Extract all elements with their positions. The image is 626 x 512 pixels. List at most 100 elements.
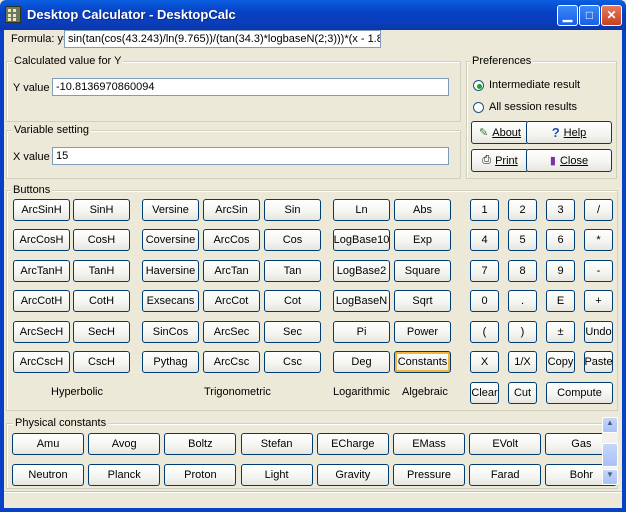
arccosh-button[interactable]: ArcCosH	[13, 229, 70, 251]
constant-emass-button[interactable]: EMass	[393, 433, 465, 455]
constant-avog-button[interactable]: Avog	[88, 433, 161, 455]
minimize-button[interactable]: ▁	[557, 5, 578, 26]
cosh-button[interactable]: CosH	[73, 229, 130, 251]
sech-button[interactable]: SecH	[73, 321, 130, 343]
arcsinh-button[interactable]: ArcSinH	[13, 199, 70, 221]
coversine-button[interactable]: Coversine	[142, 229, 199, 251]
cut-button[interactable]: Cut	[508, 382, 537, 404]
arccoth-button[interactable]: ArcCotH	[13, 290, 70, 312]
constant-pressure-button[interactable]: Pressure	[393, 464, 465, 486]
abs-button[interactable]: Abs	[394, 199, 451, 221]
constant-boltz-button[interactable]: Boltz	[164, 433, 237, 455]
constant-stefan-button[interactable]: Stefan	[240, 433, 313, 455]
constant-light-button[interactable]: Light	[240, 464, 313, 486]
minus-button[interactable]: -	[584, 260, 613, 282]
key-1-button[interactable]: 1	[470, 199, 499, 221]
deg-button[interactable]: Deg	[333, 351, 390, 373]
cot-button[interactable]: Cot	[264, 290, 321, 312]
plus-minus-button[interactable]: ±	[546, 321, 575, 343]
scroll-down-button[interactable]: ▼	[602, 469, 618, 485]
arccos-button[interactable]: ArcCos	[203, 229, 260, 251]
tanh-button[interactable]: TanH	[73, 260, 130, 282]
key-2-button[interactable]: 2	[508, 199, 537, 221]
arctanh-button[interactable]: ArcTanH	[13, 260, 70, 282]
constant-farad-button[interactable]: Farad	[469, 464, 542, 486]
pythag-button[interactable]: Pythag	[142, 351, 199, 373]
arccsc-button[interactable]: ArcCsc	[203, 351, 260, 373]
radio-all-session-results[interactable]: All session results	[471, 100, 611, 115]
constant-neutron-button[interactable]: Neutron	[12, 464, 84, 486]
key-3-button[interactable]: 3	[546, 199, 575, 221]
logbase10-button[interactable]: LogBase10	[333, 229, 390, 251]
tan-button[interactable]: Tan	[264, 260, 321, 282]
exsecans-button[interactable]: Exsecans	[142, 290, 199, 312]
sincos-button[interactable]: SinCos	[142, 321, 199, 343]
arcsin-button[interactable]: ArcSin	[203, 199, 260, 221]
plus-button[interactable]: +	[584, 290, 613, 312]
logbasen-button[interactable]: LogBaseN	[333, 290, 390, 312]
clear-button[interactable]: Clear	[470, 382, 499, 404]
maximize-button[interactable]: □	[579, 5, 600, 26]
close-window-button[interactable]: ✕	[601, 5, 622, 26]
key-undo-button[interactable]: Undo	[584, 321, 613, 343]
title-bar[interactable]: Desktop Calculator - DesktopCalc ▁ □ ✕	[0, 0, 626, 30]
key-copy-button[interactable]: Copy	[546, 351, 575, 373]
key-7-button[interactable]: 7	[470, 260, 499, 282]
divide-button[interactable]: /	[584, 199, 613, 221]
constants-scrollbar[interactable]: ▲ ▼	[602, 417, 618, 485]
scroll-up-button[interactable]: ▲	[602, 417, 618, 433]
pi-button[interactable]: Pi	[333, 321, 390, 343]
key-9-button[interactable]: 9	[546, 260, 575, 282]
sinh-button[interactable]: SinH	[73, 199, 130, 221]
key-5-button[interactable]: 5	[508, 229, 537, 251]
key-4-button[interactable]: 4	[470, 229, 499, 251]
csc-button[interactable]: Csc	[264, 351, 321, 373]
haversine-button[interactable]: Haversine	[142, 260, 199, 282]
open-paren-button[interactable]: (	[470, 321, 499, 343]
coth-button[interactable]: CotH	[73, 290, 130, 312]
cos-button[interactable]: Cos	[264, 229, 321, 251]
arccsch-button[interactable]: ArcCscH	[13, 351, 70, 373]
y-value-output[interactable]: -10.8136970860094	[52, 78, 449, 96]
arctan-button[interactable]: ArcTan	[203, 260, 260, 282]
key-6-button[interactable]: 6	[546, 229, 575, 251]
square-button[interactable]: Square	[394, 260, 451, 282]
constant-evolt-button[interactable]: EVolt	[469, 433, 542, 455]
compute-button[interactable]: Compute	[546, 382, 613, 404]
close-paren-button[interactable]: )	[508, 321, 537, 343]
csch-button[interactable]: CscH	[73, 351, 130, 373]
scroll-thumb[interactable]	[602, 443, 618, 467]
constant-gravity-button[interactable]: Gravity	[316, 464, 389, 486]
key-0-button[interactable]: 0	[470, 290, 499, 312]
arccot-button[interactable]: ArcCot	[203, 290, 260, 312]
x-value-input[interactable]: 15	[52, 147, 449, 165]
key-paste-button[interactable]: Paste	[584, 351, 613, 373]
constant-echarge-button[interactable]: ECharge	[316, 433, 389, 455]
versine-button[interactable]: Versine	[142, 199, 199, 221]
arcsec-button[interactable]: ArcSec	[203, 321, 260, 343]
decimal-point-button[interactable]: .	[508, 290, 537, 312]
multiply-button[interactable]: *	[584, 229, 613, 251]
constant-planck-button[interactable]: Planck	[88, 464, 161, 486]
sec-button[interactable]: Sec	[264, 321, 321, 343]
formula-input[interactable]: sin(tan(cos(43.243)/ln(9.765))/(tan(34.3…	[64, 30, 381, 48]
constant-amu-button[interactable]: Amu	[12, 433, 84, 455]
constants-button[interactable]: Constants	[394, 351, 451, 373]
radio-button[interactable]	[473, 102, 484, 113]
exp-button[interactable]: Exp	[394, 229, 451, 251]
key-8-button[interactable]: 8	[508, 260, 537, 282]
print-button[interactable]: ⎙ Print	[471, 149, 529, 172]
arcsech-button[interactable]: ArcSecH	[13, 321, 70, 343]
sin-button[interactable]: Sin	[264, 199, 321, 221]
reciprocal-button[interactable]: 1/X	[508, 351, 537, 373]
help-button[interactable]: ? Help	[526, 121, 612, 144]
radio-button-selected[interactable]	[473, 80, 484, 91]
power-button[interactable]: Power	[394, 321, 451, 343]
logbase2-button[interactable]: LogBase2	[333, 260, 390, 282]
close-button[interactable]: ▮ Close	[526, 149, 612, 172]
key-e-button[interactable]: E	[546, 290, 575, 312]
sqrt-button[interactable]: Sqrt	[394, 290, 451, 312]
constant-proton-button[interactable]: Proton	[164, 464, 237, 486]
about-button[interactable]: ✎ About	[471, 121, 529, 144]
radio-intermediate-result[interactable]: Intermediate result	[471, 78, 611, 93]
